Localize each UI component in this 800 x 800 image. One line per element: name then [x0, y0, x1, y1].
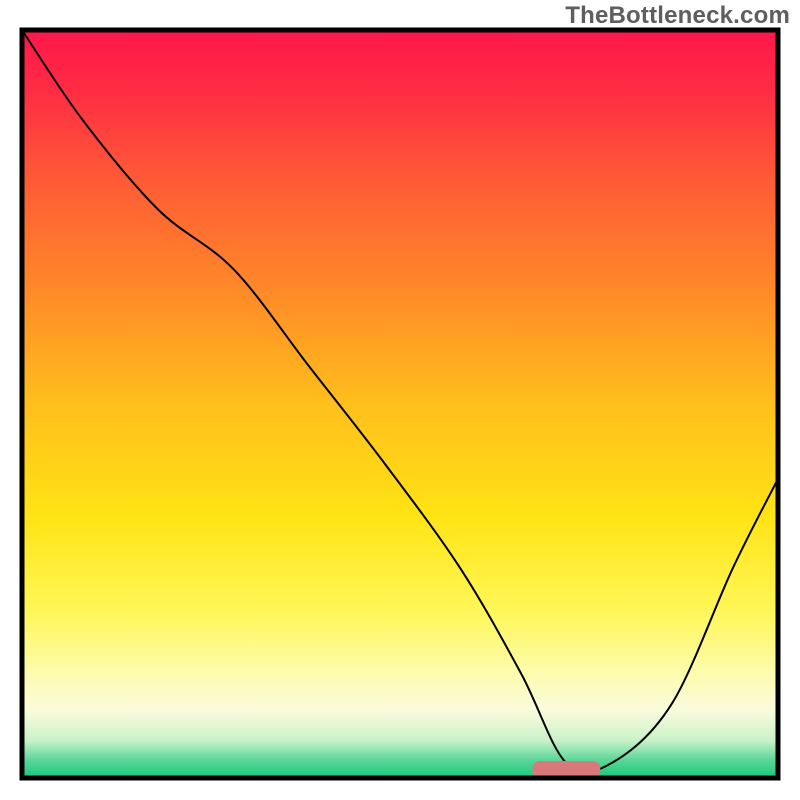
attribution-text: TheBottleneck.com [565, 2, 790, 30]
bottleneck-chart [0, 0, 800, 800]
optimal-range-marker [532, 761, 600, 778]
gradient-background [22, 30, 778, 778]
